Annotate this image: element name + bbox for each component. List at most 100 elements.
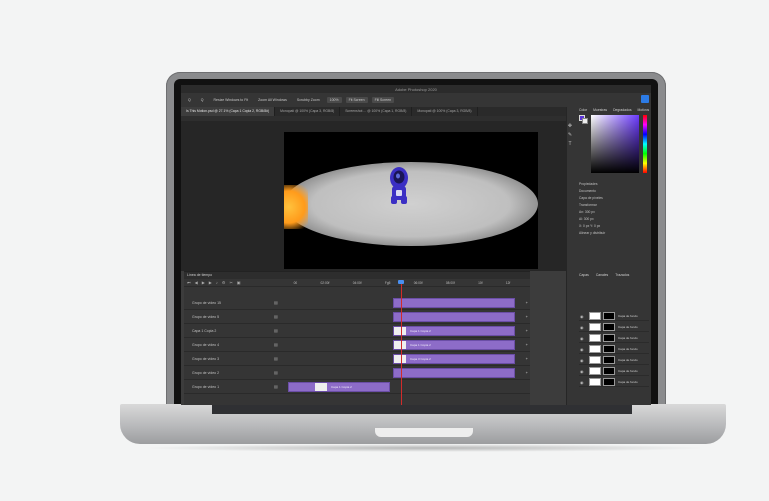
timeline-track[interactable]: Capa 1 Copia 2 ▤ Capa 1 Copia 2 +	[184, 324, 530, 338]
hue-slider[interactable]	[643, 115, 647, 173]
fill-screen-button[interactable]: Fill Screen	[371, 97, 395, 103]
track-label: Grupo de vídeo 4	[192, 343, 220, 347]
timeline-clip[interactable]	[393, 312, 515, 322]
eye-icon[interactable]: ◉	[580, 336, 584, 341]
layer-mask[interactable]	[603, 367, 615, 375]
film-icon[interactable]: ▤	[274, 370, 278, 375]
film-icon[interactable]: ▤	[274, 314, 278, 319]
layer-row[interactable]: ◉ Capa de fondo	[579, 355, 649, 365]
timeline-clip[interactable]: Capa 1 Copia 2	[393, 340, 515, 350]
canvas-area[interactable]	[181, 121, 566, 271]
tab-channels[interactable]: Canales	[596, 273, 608, 277]
timeline-clip[interactable]	[393, 368, 515, 378]
add-media-icon[interactable]: +	[526, 314, 528, 319]
layer-name[interactable]: Capa de fondo	[618, 314, 638, 318]
timeline-track[interactable]: Grupo de vídeo 5 ▤ +	[184, 310, 530, 324]
tab-patterns[interactable]: Motivos	[638, 108, 650, 112]
timeline-clip[interactable]: Capa 1 Copia 2	[288, 382, 390, 392]
properties-line[interactable]: Al: 300 px	[579, 216, 649, 223]
layer-name[interactable]: Capa de fondo	[618, 347, 638, 351]
timeline-track[interactable]: Grupo de vídeo 15 ▤ +	[184, 296, 530, 310]
layer-row[interactable]: ◉ Capa de fondo	[579, 366, 649, 376]
eye-icon[interactable]: ◉	[580, 314, 584, 319]
timeline-track[interactable]: Grupo de vídeo 3 ▤ Capa 3 Copia 2 +	[184, 352, 530, 366]
resize-windows-checkbox[interactable]: Resize Windows to Fit	[210, 97, 251, 103]
timeline-track[interactable]: Grupo de vídeo 2 ▤ +	[184, 366, 530, 380]
layer-mask[interactable]	[603, 323, 615, 331]
timeline-clip[interactable]: Capa 1 Copia 2	[393, 326, 515, 336]
layer-name[interactable]: Capa de fondo	[618, 336, 638, 340]
properties-line[interactable]: X: 0 px Y: 0 px	[579, 223, 649, 230]
eye-icon[interactable]: ◉	[580, 325, 584, 330]
layer-name[interactable]: Capa de fondo	[618, 358, 638, 362]
layer-row[interactable]: ◉ Capa de fondo	[579, 311, 649, 321]
film-icon[interactable]: ▤	[274, 384, 278, 389]
document-tab[interactable]: Is This Motion.psd @ 27.1% (Capa 1 Copia…	[181, 107, 276, 116]
tab-color[interactable]: Color	[579, 108, 587, 112]
background-color-swatch[interactable]	[582, 118, 588, 124]
transition-icon[interactable]: ▣	[237, 280, 241, 285]
split-icon[interactable]: ✂	[229, 280, 232, 285]
share-button[interactable]	[641, 95, 649, 103]
flame-effect	[284, 185, 308, 229]
layer-mask[interactable]	[603, 378, 615, 386]
add-media-icon[interactable]: +	[526, 356, 528, 361]
timeline-clip[interactable]	[393, 298, 515, 308]
audio-icon[interactable]: ♪	[216, 280, 218, 285]
track-label: Grupo de vídeo 2	[192, 371, 220, 375]
zoom-in-icon[interactable]: Q	[185, 97, 194, 103]
layer-name[interactable]: Capa de fondo	[618, 325, 638, 329]
film-icon[interactable]: ▤	[274, 356, 278, 361]
scrubby-zoom-checkbox[interactable]: Scrubby Zoom	[294, 97, 323, 103]
eye-icon[interactable]: ◉	[580, 347, 584, 352]
layer-mask[interactable]	[603, 312, 615, 320]
document-tab[interactable]: Monopati @ 100% (Capa 3, RGB/8)	[412, 107, 478, 116]
play-icon[interactable]: ▶	[202, 280, 205, 285]
next-frame-icon[interactable]: ▶	[209, 280, 212, 285]
fit-screen-button[interactable]: Fit Screen	[345, 97, 368, 103]
prev-frame-icon[interactable]: ◀	[195, 280, 198, 285]
layer-row[interactable]: ◉ Capa de fondo	[579, 344, 649, 354]
add-media-icon[interactable]: +	[526, 300, 528, 305]
time-mark: 06:00f	[413, 281, 423, 285]
zoom-out-icon[interactable]: Q	[198, 97, 207, 103]
eye-icon[interactable]: ◉	[580, 380, 584, 385]
timeline-track[interactable]: Grupo de vídeo 4 ▤ Capa 1 Copia 2 +	[184, 338, 530, 352]
tab-layers[interactable]: Capas	[579, 273, 589, 277]
playhead[interactable]	[401, 281, 402, 405]
document-tab[interactable]: Monopati @ 100% (Capa 3, RGB/8)	[275, 107, 341, 116]
layer-name[interactable]: Capa de fondo	[618, 369, 638, 373]
timeline-clip[interactable]: Capa 3 Copia 2	[393, 354, 515, 364]
layer-name[interactable]: Capa de fondo	[618, 380, 638, 384]
add-media-icon[interactable]: +	[526, 342, 528, 347]
brush-icon[interactable]: ✎	[568, 132, 572, 138]
tab-gradients[interactable]: Degradados	[613, 108, 631, 112]
film-icon[interactable]: ▤	[274, 300, 278, 305]
layer-row[interactable]: ◉ Capa de fondo	[579, 377, 649, 387]
layer-row[interactable]: ◉ Capa de fondo	[579, 333, 649, 343]
playhead-handle[interactable]	[398, 280, 404, 284]
eye-icon[interactable]: ◉	[580, 358, 584, 363]
tab-paths[interactable]: Trazados	[615, 273, 629, 277]
document-tab[interactable]: Screenshot ... @ 100% (Capa 1, RGB/8)	[340, 107, 413, 116]
add-media-icon[interactable]: +	[526, 370, 528, 375]
add-media-icon[interactable]: +	[526, 328, 528, 333]
first-frame-icon[interactable]: ⏮	[187, 280, 191, 285]
color-picker-field[interactable]	[591, 115, 639, 173]
tab-swatches[interactable]: Muestras	[593, 108, 607, 112]
layer-mask[interactable]	[603, 334, 615, 342]
layer-row[interactable]: ◉ Capa de fondo	[579, 322, 649, 332]
film-icon[interactable]: ▤	[274, 328, 278, 333]
artboard[interactable]	[284, 132, 538, 269]
zoom-100-button[interactable]: 100%	[326, 97, 342, 103]
zoom-all-windows-checkbox[interactable]: Zoom All Windows	[255, 97, 290, 103]
settings-icon[interactable]: ⚙	[222, 280, 226, 285]
timeline-track[interactable]: Grupo de vídeo 1 ▤ Capa 1 Copia 2	[184, 380, 530, 394]
properties-line[interactable]: An: 300 px	[579, 209, 649, 216]
layer-mask[interactable]	[603, 356, 615, 364]
film-icon[interactable]: ▤	[274, 342, 278, 347]
eye-icon[interactable]: ◉	[580, 369, 584, 374]
type-icon[interactable]: T	[568, 141, 571, 147]
move-icon[interactable]: ✥	[568, 123, 572, 129]
layer-mask[interactable]	[603, 345, 615, 353]
